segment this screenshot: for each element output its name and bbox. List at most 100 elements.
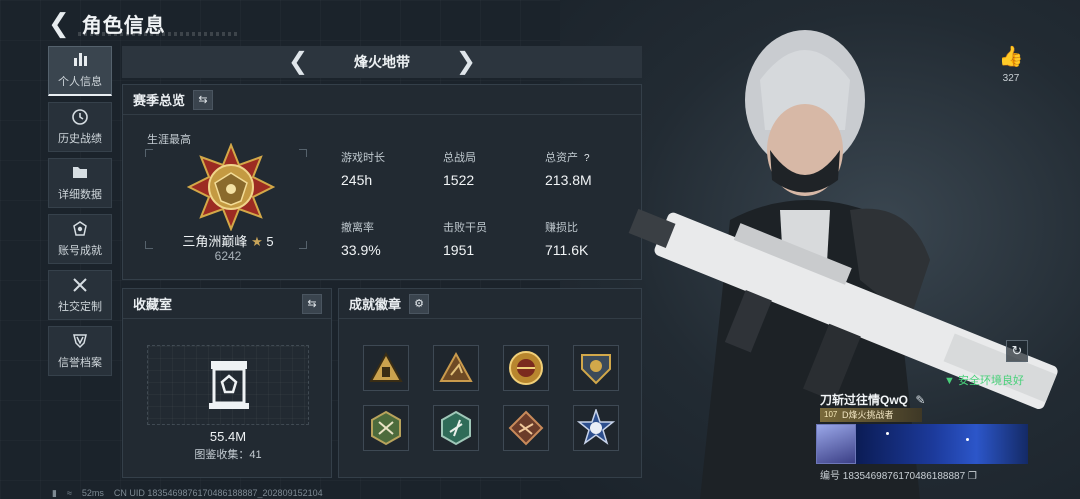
sidebar-item-reputation[interactable]: 信誉档案: [48, 326, 112, 376]
sidebar-item-detailed-data[interactable]: 详细数据: [48, 158, 112, 208]
frame-corner: [145, 149, 153, 157]
stat-label: 总战局: [443, 152, 476, 164]
warning-triangle-medal-icon: [369, 351, 403, 382]
ping-value: 52ms: [81, 488, 104, 498]
stat-label: 赚损比: [545, 222, 578, 234]
banner-star: [886, 432, 889, 435]
player-title-tag[interactable]: 107 D烽火挑战者: [820, 408, 922, 422]
help-icon[interactable]: ?: [584, 153, 590, 164]
back-arrow-icon[interactable]: ❮: [48, 10, 70, 36]
player-uid-line: 编号 1835469876170486188887 ❐: [820, 467, 977, 482]
sidebar-item-match-history[interactable]: 历史战绩: [48, 102, 112, 152]
stat-value: 1951: [443, 242, 475, 258]
stat-value: 213.8M: [545, 172, 592, 188]
season-panel-title: 赛季总览: [133, 93, 186, 108]
copy-icon[interactable]: ❐: [968, 471, 977, 482]
player-uid-text: 编号 1835469876170486188887: [820, 471, 966, 482]
title-tag-text: D烽火挑战者: [842, 410, 894, 420]
sidebar-item-label: 社交定制: [58, 300, 102, 313]
collection-count: 图鉴收集：41: [194, 449, 262, 461]
medal-green-hex[interactable]: [363, 405, 409, 451]
wifi-icon: ≈: [66, 488, 72, 498]
green-hex-medal-icon: [371, 410, 401, 446]
gold-eagle-medal-icon: [509, 351, 543, 385]
collection-display: [147, 345, 309, 425]
stat-label: 撤离率: [341, 222, 374, 234]
like-widget[interactable]: 👍 327: [996, 44, 1026, 84]
refresh-icon[interactable]: ↻: [1006, 340, 1028, 362]
swap-icon[interactable]: ⇆: [193, 89, 214, 110]
bar-chart-icon: [72, 52, 88, 70]
sidebar-item-social-customization[interactable]: 社交定制: [48, 270, 112, 320]
stat-total-assets: 总资产? 213.8M: [545, 149, 592, 188]
stat-value: 1522: [443, 172, 475, 188]
stat-label: 总资产: [545, 152, 578, 164]
stat-label: 游戏时长: [341, 152, 385, 164]
title-level: 107: [824, 410, 838, 419]
frame-corner: [299, 149, 307, 157]
player-name: 刀斩过往情QwQ ✎: [820, 391, 925, 408]
stat-play-time: 游戏时长 245h: [341, 149, 385, 188]
avatar[interactable]: [816, 424, 856, 464]
rank-stars: 5: [266, 234, 274, 249]
stat-label-row: 总资产?: [545, 149, 592, 165]
sidebar: 个人信息 历史战绩 详细数据 账号成就 社交定制 信誉档案: [48, 46, 114, 382]
collection-panel-header: 收藏室 ⇆: [123, 289, 331, 319]
shield-check-icon: ▼: [944, 375, 955, 387]
mode-selector: ❮ 烽火地带 ❯: [122, 46, 642, 78]
sidebar-item-label: 信誉档案: [58, 356, 102, 369]
sidebar-item-label: 账号成就: [58, 244, 102, 257]
bronze-diamond-medal-icon: [508, 410, 544, 446]
mode-title: 烽火地带: [354, 54, 410, 70]
swap-icon[interactable]: ⇆: [302, 293, 323, 314]
tools-icon: [72, 277, 88, 295]
shield-icon: [72, 333, 88, 351]
medal-warning-triangle[interactable]: [363, 345, 409, 391]
career-best-label: 生涯最高: [147, 134, 191, 146]
sidebar-item-label: 个人信息: [58, 76, 102, 88]
emerald-hex-medal-icon: [441, 410, 471, 446]
stat-value: 245h: [341, 172, 373, 188]
sidebar-item-label: 详细数据: [58, 188, 102, 201]
clock-icon: [72, 108, 88, 127]
stat-value: 33.9%: [341, 242, 381, 258]
stat-profit-loss-ratio: 赚损比 711.6K: [545, 219, 588, 258]
page-header: ❮ 角色信息: [48, 8, 238, 38]
stat-operators-defeated: 击败干员 1951: [443, 219, 487, 258]
edit-pencil-icon[interactable]: ✎: [915, 393, 925, 407]
display-case-icon: [209, 361, 249, 409]
folder-icon: [72, 165, 88, 183]
title-decoration: [78, 32, 238, 36]
season-overview-panel: 赛季总览 ⇆ 生涯最高 三角洲巅峰 ★ 5 6242 游戏时长 245h 总战局…: [122, 84, 642, 280]
previous-mode-chevron-icon[interactable]: ❮: [288, 47, 308, 76]
player-name-text: 刀斩过往情QwQ: [820, 393, 909, 407]
rank-name: 三角洲巅峰 ★ 5: [123, 231, 333, 250]
badge-icon: [72, 220, 88, 239]
sidebar-item-personal-info[interactable]: 个人信息: [48, 46, 112, 96]
rank-score: 6242: [214, 249, 242, 263]
stat-extraction-rate: 撤离率 33.9%: [341, 219, 381, 258]
medal-triangle-figure[interactable]: [433, 345, 479, 391]
collection-panel-title: 收藏室: [133, 297, 173, 312]
medal-bronze-diamond[interactable]: [503, 405, 549, 451]
gear-icon[interactable]: ⚙: [409, 293, 430, 314]
battery-icon: ▮: [52, 488, 57, 498]
collection-panel[interactable]: 收藏室 ⇆ 55.4M 图鉴收集：41: [122, 288, 332, 478]
medal-gold-eagle[interactable]: [503, 345, 549, 391]
rank-title: 三角洲巅峰: [182, 234, 248, 249]
environment-status: ▼ 安全环境良好: [944, 372, 1024, 388]
star-icon: ★: [251, 234, 263, 249]
status-footer: ▮ ≈ 52ms CN UID 1835469876170486188887_2…: [52, 488, 323, 499]
next-mode-chevron-icon[interactable]: ❯: [456, 47, 476, 76]
sidebar-item-account-achievements[interactable]: 账号成就: [48, 214, 112, 264]
stat-label: 击败干员: [443, 222, 487, 234]
thumbs-up-icon[interactable]: 👍: [996, 44, 1026, 69]
achievements-panel-title: 成就徽章: [349, 297, 402, 312]
stat-total-matches: 总战局 1522: [443, 149, 476, 188]
profile-banner[interactable]: [856, 424, 1028, 464]
sidebar-item-label: 历史战绩: [58, 132, 102, 145]
medal-emerald-hex[interactable]: [433, 405, 479, 451]
banner-star: [966, 438, 969, 441]
rank-emblem-icon: [187, 143, 275, 231]
footer-uid: CN UID 1835469876170486188887_2028091521…: [113, 488, 323, 498]
